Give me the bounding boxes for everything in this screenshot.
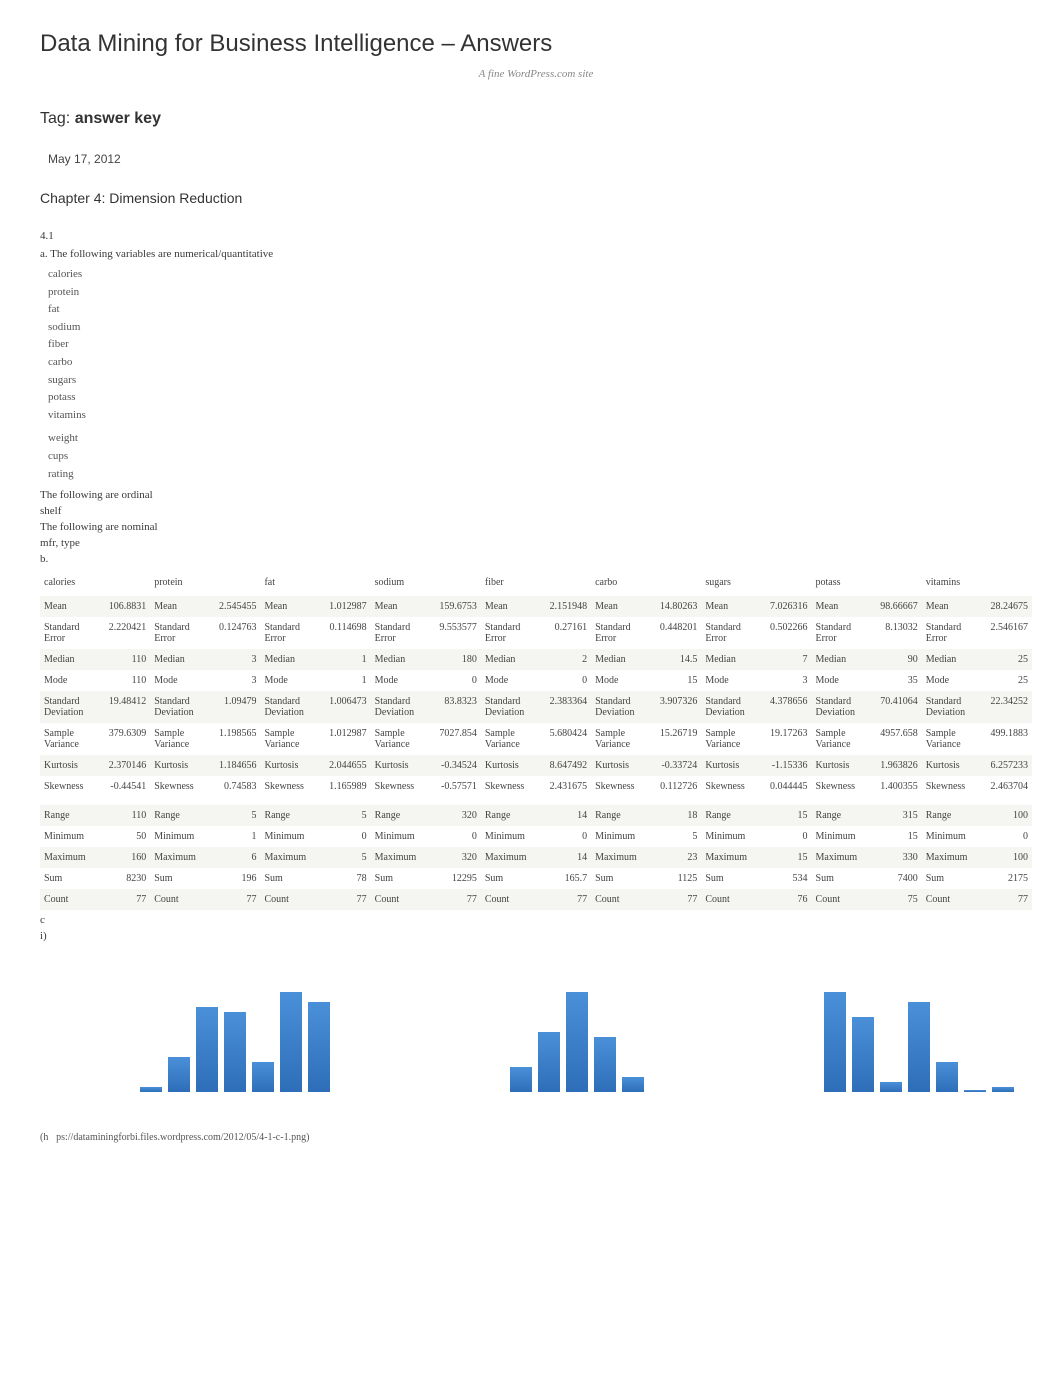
page-title: Data Mining for Business Intelligence – … [40,30,1032,58]
ordinal-label: The following are ordinal [40,489,1032,501]
question-a: a. The following variables are numerical… [40,248,1032,260]
stats-table: caloriesproteinfatsodiumfibercarbosugars… [40,569,1032,910]
nominal-value: mfr, type [40,537,1032,549]
ordinal-value: shelf [40,505,1032,517]
chart-row [140,972,1032,1092]
tagline: A fine WordPress.com site [40,68,1032,80]
question-i: i) [40,930,1032,942]
image-caption: (hps://dataminingforbi.files.wordpress.… [40,1132,1032,1143]
question-b: b. [40,553,1032,565]
section-number: 4.1 [40,230,1032,242]
post-date: May 17, 2012 [48,152,1032,166]
nominal-label: The following are nominal [40,521,1032,533]
question-c: c [40,914,1032,926]
tag-heading: Tag: answer key [40,110,1032,128]
chapter-heading: Chapter 4: Dimension Reduction [40,190,1032,206]
variable-list-1: caloriesproteinfatsodiumfibercarbosugars… [48,266,1032,424]
variable-list-2: weightcupsrating [48,430,1032,483]
